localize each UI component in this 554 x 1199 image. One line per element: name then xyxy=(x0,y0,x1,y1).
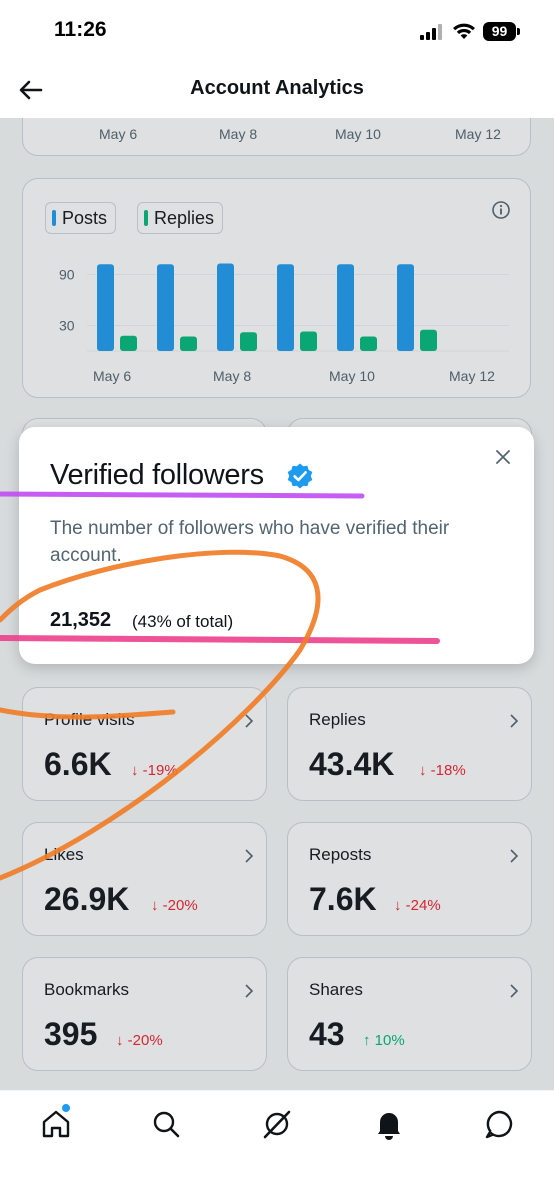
verified-badge-icon xyxy=(287,463,313,489)
page-title: Account Analytics xyxy=(190,77,364,99)
grok-icon[interactable] xyxy=(260,1107,294,1141)
battery-indicator: 99 xyxy=(483,22,520,41)
popup-description: The number of followers who have verifie… xyxy=(50,518,450,566)
status-time: 11:26 xyxy=(54,18,107,41)
search-icon[interactable] xyxy=(149,1107,183,1141)
status-bar: 11:26 99 xyxy=(0,0,554,62)
popup-title: Verified followers xyxy=(50,459,264,491)
verified-follower-percent: (43% of total) xyxy=(132,612,234,631)
verified-follower-count: 21,352 xyxy=(50,609,112,631)
cellular-signal-icon xyxy=(420,24,442,40)
nav-header: Account Analytics xyxy=(0,62,554,118)
wifi-icon xyxy=(453,23,475,39)
close-icon[interactable] xyxy=(493,447,513,467)
home-icon[interactable] xyxy=(39,1107,73,1141)
home-notification-dot xyxy=(62,1104,70,1112)
messages-icon[interactable] xyxy=(482,1107,516,1141)
verified-followers-popup: Verified followers The number of followe… xyxy=(19,427,534,664)
bottom-tab-bar xyxy=(0,1090,554,1199)
bell-icon[interactable] xyxy=(372,1107,406,1141)
